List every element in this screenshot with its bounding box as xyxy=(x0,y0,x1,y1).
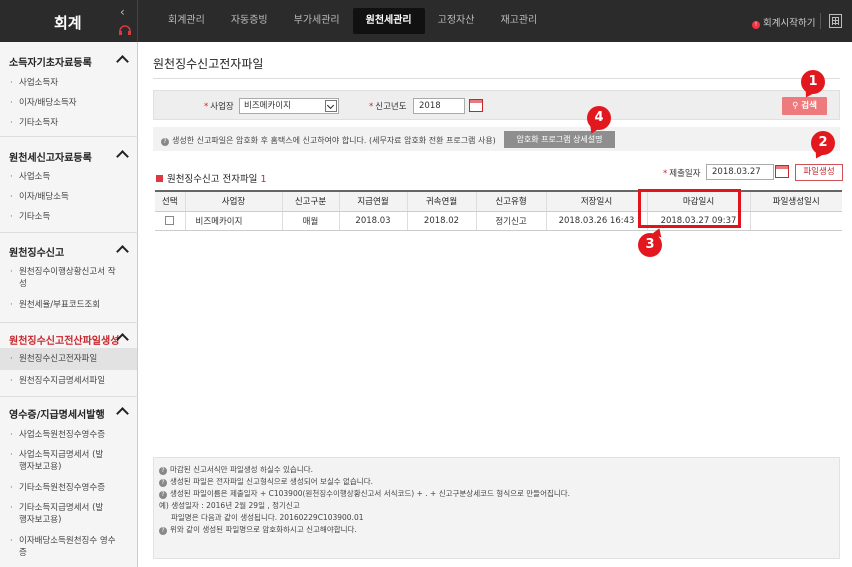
calendar-icon[interactable] xyxy=(469,99,483,112)
divider xyxy=(0,232,138,233)
start-accounting-link[interactable]: ! 회계시작하기 xyxy=(752,15,815,29)
sidebar-item[interactable]: 기타소득자 xyxy=(0,117,137,129)
chevron-up-icon[interactable] xyxy=(116,150,129,163)
app-title: 회계 xyxy=(54,14,82,32)
square-bullet-icon xyxy=(156,175,163,182)
note-line: ? 생성된 파일이름은 제출일자 + C103900(원천징수이행상황신고서 서식… xyxy=(159,488,839,500)
sidebar-item[interactable]: 원천징수이행상황신고서 작성 xyxy=(0,266,118,290)
sidebar-item[interactable]: 이자배당소득원천징수 영수증 xyxy=(0,535,118,559)
table-cell xyxy=(749,211,842,231)
column-header: 신고구분 xyxy=(281,190,339,212)
list-count: 1 xyxy=(260,174,267,185)
note-line: ? 생성된 파일은 전자파일 신고형식으로 생성되어 보실수 없습니다. xyxy=(159,476,839,488)
column-header: 저장일시 xyxy=(545,190,647,212)
question-icon: ? xyxy=(159,527,167,535)
note-line: 파일명은 다음과 같이 생성됩니다. 20160229C103900.01 xyxy=(171,513,364,522)
highlight-box xyxy=(638,189,741,228)
question-icon: ? xyxy=(159,491,167,499)
nav-fixed-assets[interactable]: 고정자산 xyxy=(425,8,488,34)
chevron-up-icon[interactable] xyxy=(116,407,129,420)
nav-vat[interactable]: 부가세관리 xyxy=(281,8,353,34)
sidebar-item-selected[interactable]: 원천징수신고전자파일 xyxy=(0,348,137,370)
calculator-icon[interactable] xyxy=(829,14,842,28)
notice-bar: ? 생성한 신고파일은 암호화 후 홈택스에 신고하여야 합니다. (세무자료 암… xyxy=(153,127,840,151)
sidebar-item[interactable]: 사업소득 xyxy=(0,171,137,183)
nav-auto-evidence[interactable]: 자동증빙 xyxy=(218,8,281,34)
column-header: 파일생성일시 xyxy=(749,190,842,212)
divider xyxy=(0,136,138,137)
note-line: ? 위와 같이 생성된 파일명으로 암호화하시고 신고해야합니다. xyxy=(159,524,839,536)
year-label: * 신고년도 xyxy=(369,102,407,112)
table-cell: 매월 xyxy=(281,211,339,231)
footer-notes: ? 마감된 신고서식만 파일생성 하실수 있습니다. ? 생성된 파일은 전자파일 … xyxy=(153,457,840,559)
sidebar-section-title[interactable]: 원천징수신고 xyxy=(9,244,64,259)
submit-date-input[interactable]: 2018.03.27 xyxy=(706,164,774,180)
divider xyxy=(820,13,821,29)
search-button[interactable]: ⚲ 검색 xyxy=(782,97,827,115)
main-nav: 회계관리 자동증빙 부가세관리 원천세관리 고정자산 재고관리 xyxy=(155,8,550,34)
search-panel: * 사업장 비즈메카이지 * 신고년도 2018 ⚲ 검색 xyxy=(153,90,840,120)
column-header: 귀속연월 xyxy=(406,190,476,212)
business-label: * 사업장 xyxy=(204,102,234,112)
sidebar-section-title[interactable]: 원천세신고자료등록 xyxy=(9,149,92,164)
divider xyxy=(0,322,138,323)
table-cell: 2018.03.26 16:43 xyxy=(545,211,647,231)
list-title: 원천징수신고 전자파일 1 xyxy=(156,171,267,185)
table-cell: 정기신고 xyxy=(475,211,546,231)
notice-text: ? 생성한 신고파일은 암호화 후 홈택스에 신고하여야 합니다. (세무자료 암… xyxy=(161,135,496,146)
year-input[interactable]: 2018 xyxy=(413,98,465,114)
note-line: ? 마감된 신고서식만 파일생성 하실수 있습니다. xyxy=(159,464,839,476)
business-select-value: 비즈메카이지 xyxy=(244,101,291,111)
chevron-left-icon[interactable]: ‹ xyxy=(120,5,125,19)
headset-icon[interactable] xyxy=(119,25,131,35)
question-icon: ? xyxy=(161,138,169,146)
table-cell: 2018.03 xyxy=(338,211,407,231)
sidebar-item[interactable]: 이자/배당소득자 xyxy=(0,97,137,109)
table-cell: 2018.02 xyxy=(406,211,476,231)
calendar-icon[interactable] xyxy=(775,165,789,178)
sidebar-item[interactable]: 기타소득 xyxy=(0,211,137,223)
divider xyxy=(0,396,138,397)
sidebar-item[interactable]: 사업소득자 xyxy=(0,77,137,89)
sidebar-item[interactable]: 원천징수지급명세서파일 xyxy=(0,375,137,387)
main-content: 원천징수신고전자파일 * 사업장 비즈메카이지 * 신고년도 2018 ⚲ 검색 ?… xyxy=(138,42,852,567)
info-icon: ! xyxy=(752,21,760,29)
sidebar-section-title-active[interactable]: 원천징수신고전산파일생성 xyxy=(9,332,119,347)
sidebar-item[interactable]: 원천세율/부표코드조회 xyxy=(0,299,137,311)
note-line: 예) 생성일자 : 2016년 2월 29일 , 정기신고 xyxy=(159,501,300,510)
column-header: 사업장 xyxy=(184,190,282,212)
chevron-down-icon[interactable] xyxy=(325,100,337,112)
chevron-up-icon[interactable] xyxy=(116,245,129,258)
nav-accounting[interactable]: 회계관리 xyxy=(155,8,218,34)
page-title: 원천징수신고전자파일 xyxy=(153,57,264,71)
sidebar: 소득자기초자료등록 사업소득자 이자/배당소득자 기타소득자 원천세신고자료등록… xyxy=(0,42,138,567)
table-cell: 비즈메카이지 xyxy=(184,211,282,231)
question-icon: ? xyxy=(159,479,167,487)
sidebar-item[interactable]: 사업소득원천징수영수증 xyxy=(0,429,137,441)
sidebar-section-title[interactable]: 소득자기초자료등록 xyxy=(9,54,92,69)
sidebar-item[interactable]: 기타소득원천징수영수증 xyxy=(0,482,137,494)
divider xyxy=(153,78,840,79)
column-header: 선택 xyxy=(155,190,185,212)
top-bar: 회계 ‹ 회계관리 자동증빙 부가세관리 원천세관리 고정자산 재고관리 ! 회계… xyxy=(0,0,852,42)
nav-withholding[interactable]: 원천세관리 xyxy=(352,8,425,34)
row-checkbox[interactable] xyxy=(165,215,175,225)
sidebar-item[interactable]: 이자/배당소득 xyxy=(0,191,137,203)
question-icon: ? xyxy=(159,467,167,475)
row-select-cell[interactable] xyxy=(155,211,185,231)
brand-area: 회계 ‹ xyxy=(0,0,138,42)
encryption-guide-button[interactable]: 암호화 프로그램 상세설명 xyxy=(504,131,615,148)
column-header: 지급연월 xyxy=(338,190,407,212)
business-select[interactable]: 비즈메카이지 xyxy=(239,98,339,114)
submit-date-label: * 제출일자 xyxy=(663,169,701,179)
start-link-label: 회계시작하기 xyxy=(763,18,816,29)
sidebar-item[interactable]: 사업소득지급명세서 (발행자보고용) xyxy=(0,449,110,473)
column-header: 신고유형 xyxy=(475,190,546,212)
sidebar-section-title[interactable]: 영수증/지급명세서발행 xyxy=(9,406,105,421)
nav-inventory[interactable]: 재고관리 xyxy=(487,8,550,34)
sidebar-item[interactable]: 기타소득지급명세서 (발행자보고용) xyxy=(0,502,110,526)
chevron-up-icon[interactable] xyxy=(116,55,129,68)
create-file-button[interactable]: 파일생성 xyxy=(795,164,843,181)
